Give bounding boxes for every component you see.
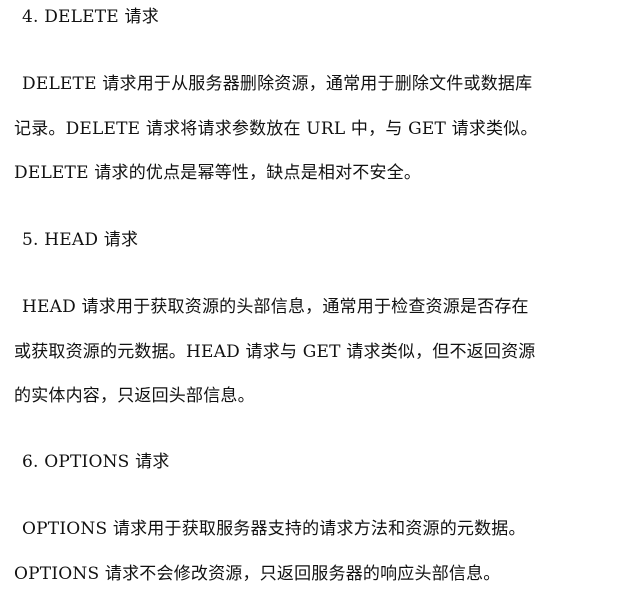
paragraph-line: DELETE 请求用于从服务器删除资源，通常用于删除文件或数据库 <box>22 74 533 94</box>
paragraph-line: DELETE 请求的优点是幂等性，缺点是相对不安全。 <box>14 163 422 183</box>
section-heading-head: 5. HEAD 请求 <box>22 230 139 250</box>
paragraph-line: 的实体内容，只返回头部信息。 <box>14 386 255 406</box>
document-page: 4. DELETE 请求 DELETE 请求用于从服务器删除资源，通常用于删除文… <box>0 0 636 601</box>
paragraph-line: OPTIONS 请求用于获取服务器支持的请求方法和资源的元数据。 <box>22 519 526 539</box>
paragraph-line: HEAD 请求用于获取资源的头部信息，通常用于检查资源是否存在 <box>22 297 529 317</box>
paragraph-line: 或获取资源的元数据。HEAD 请求与 GET 请求类似，但不返回资源 <box>14 342 536 362</box>
paragraph-line: OPTIONS 请求不会修改资源，只返回服务器的响应头部信息。 <box>14 564 501 584</box>
section-heading-delete: 4. DELETE 请求 <box>22 7 159 27</box>
section-heading-options: 6. OPTIONS 请求 <box>22 452 170 472</box>
paragraph-line: 记录。DELETE 请求将请求参数放在 URL 中，与 GET 请求类似。 <box>14 119 538 139</box>
